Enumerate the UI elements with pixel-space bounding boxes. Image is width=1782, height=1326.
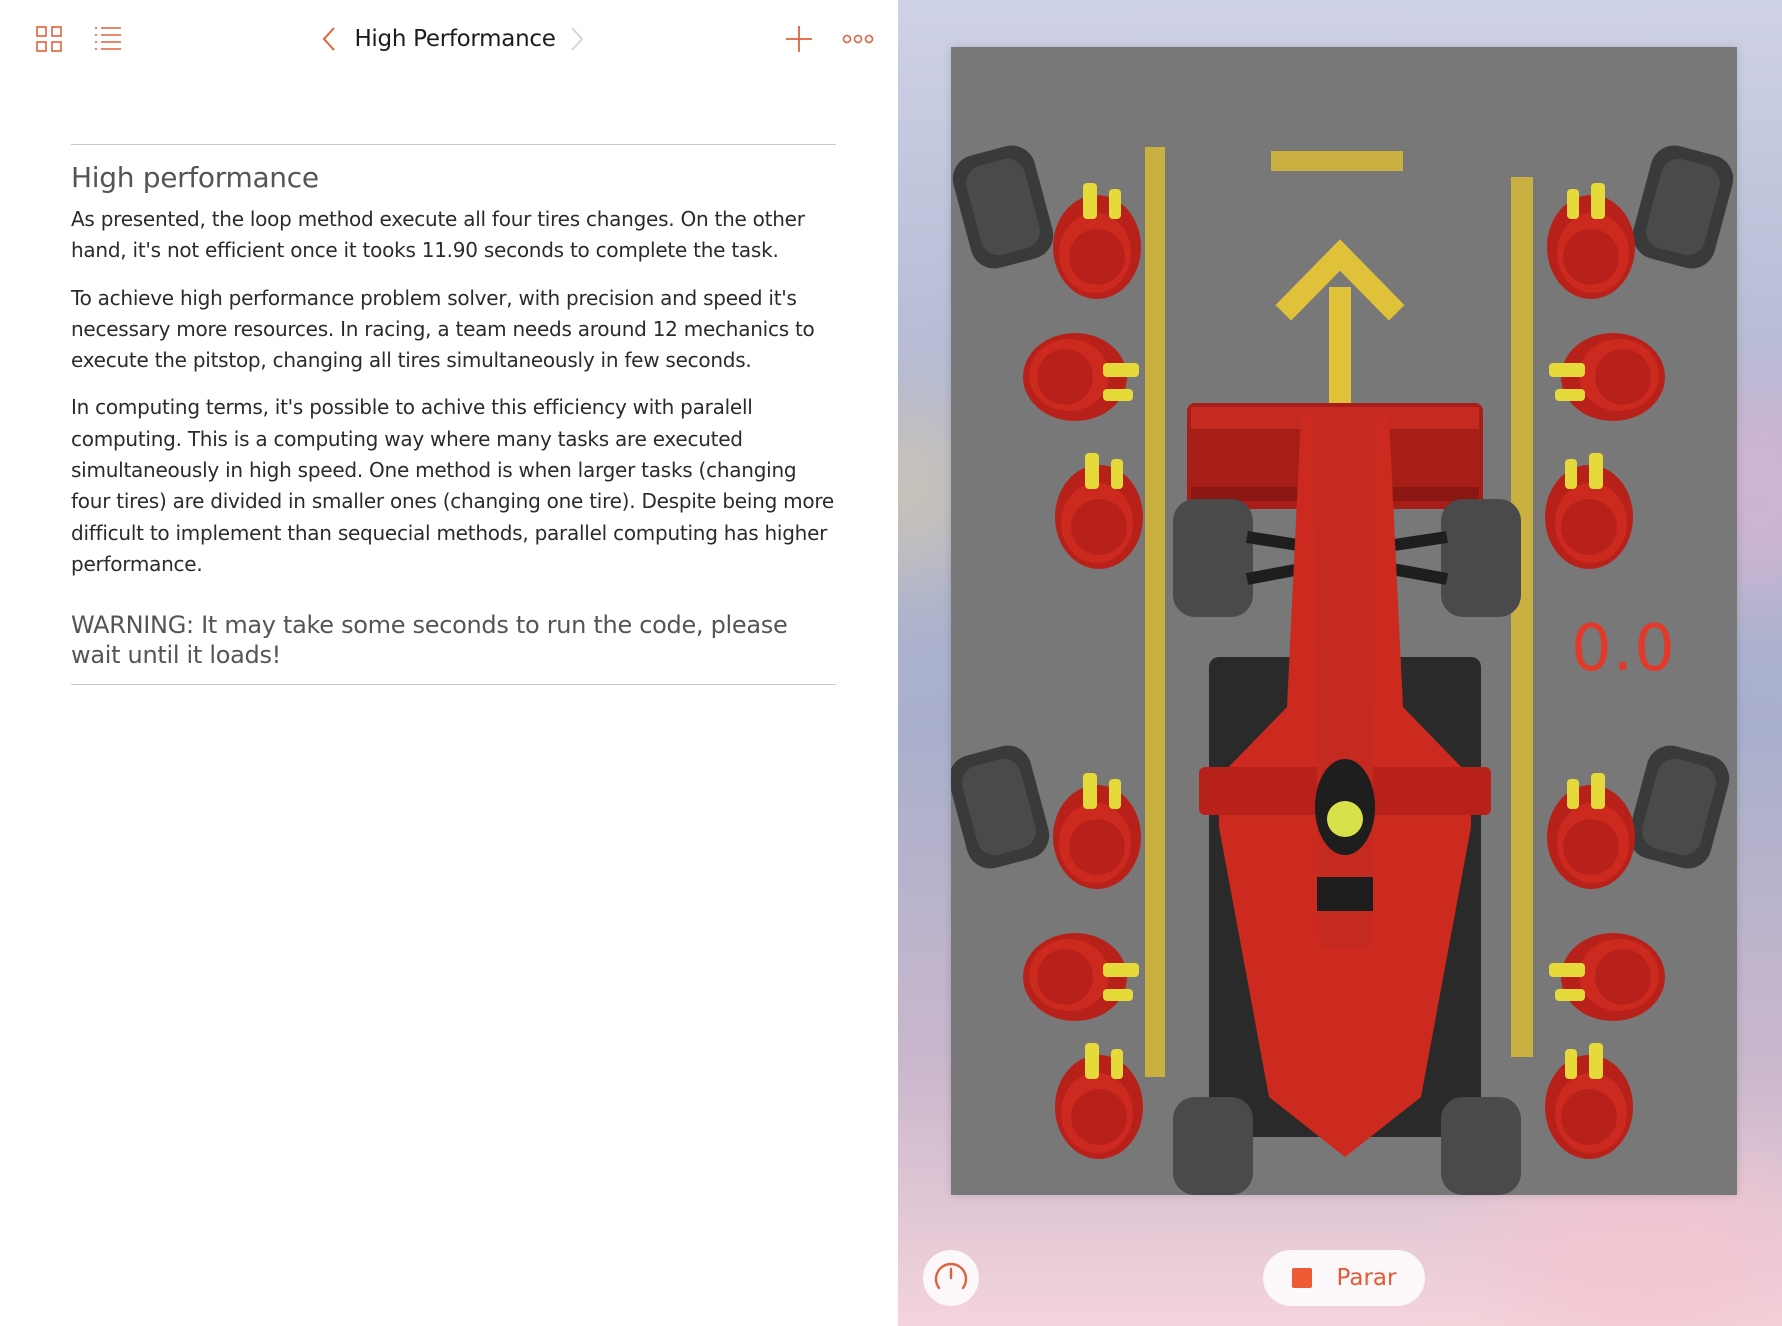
- divider: [71, 684, 836, 686]
- document-body: High performance As presented, the loop …: [71, 144, 836, 686]
- stop-square-icon: [1291, 1268, 1312, 1288]
- stop-button-label: Parar: [1336, 1265, 1397, 1291]
- timer-label: 0.0: [1571, 612, 1676, 686]
- divider: [71, 144, 836, 145]
- live-view-pane: 0.0 Parar: [898, 0, 1782, 1326]
- more-icon[interactable]: [840, 22, 876, 56]
- race-car: [1173, 403, 1521, 1195]
- paragraph: As presented, the loop method execute al…: [71, 207, 805, 263]
- chevron-right-icon[interactable]: [564, 22, 590, 56]
- toolbar: High Performance: [0, 0, 898, 80]
- section-heading: High performance: [71, 161, 319, 194]
- chevron-left-icon[interactable]: [316, 22, 342, 56]
- speedometer-icon: [934, 1262, 968, 1290]
- page-title: High Performance: [354, 26, 556, 52]
- plus-icon[interactable]: [782, 22, 816, 56]
- pitstop-scene: 0.0: [943, 47, 1739, 1195]
- paragraph: In computing terms, it's possible to ach…: [71, 395, 834, 576]
- speedometer-button[interactable]: [923, 1250, 979, 1306]
- stop-button[interactable]: Parar: [1263, 1250, 1425, 1306]
- paragraph: To achieve high performance problem solv…: [71, 285, 815, 373]
- editor-pane: High Performance High performance As pre…: [0, 0, 898, 1326]
- grid-icon[interactable]: [32, 22, 66, 56]
- warning-text: WARNING: It may take some seconds to run…: [71, 611, 788, 670]
- list-icon[interactable]: [91, 22, 125, 56]
